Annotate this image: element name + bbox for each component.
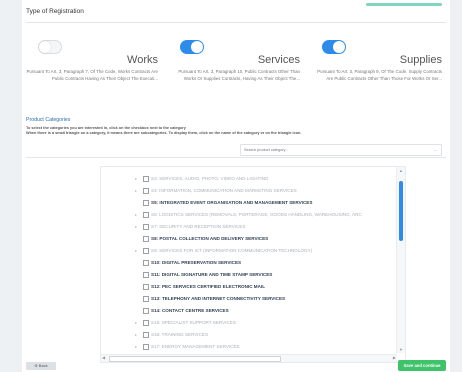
category-label[interactable]: S11: DIGITAL SIGNATURE AND TIME STAMP SE… bbox=[151, 272, 272, 277]
toggle-knob bbox=[333, 41, 345, 53]
expand-triangle-icon[interactable]: ▸ bbox=[135, 176, 137, 181]
category-row[interactable]: S10: DIGITAL PRESERVATION SERVICES bbox=[101, 257, 397, 269]
category-search: ⌄ bbox=[240, 144, 442, 156]
supplies-description: Pursuant To Art. 3, Paragraph 9, Of The … bbox=[317, 69, 442, 81]
expand-triangle-icon[interactable]: ▸ bbox=[135, 332, 137, 337]
back-label: Back bbox=[38, 363, 48, 368]
category-checkbox[interactable] bbox=[143, 224, 149, 230]
works-title: Works bbox=[127, 54, 158, 66]
category-row[interactable]: ▸ S6: LOGISTICS SERVICES (REMOVALS, PORTE… bbox=[101, 209, 397, 221]
category-search-input[interactable] bbox=[244, 146, 424, 154]
services-description: Pursuant To Art. 3, Paragraph 10, Public… bbox=[178, 69, 300, 81]
chevron-down-icon[interactable]: ⌄ bbox=[434, 147, 437, 152]
scrollbar-thumb[interactable] bbox=[399, 181, 403, 241]
expand-triangle-icon[interactable]: ▸ bbox=[135, 248, 137, 253]
registration-option-works: Works Pursuant To Art. 3, Paragraph 7, O… bbox=[26, 38, 162, 98]
category-row[interactable]: ▸ S16: TRAINING SERVICES bbox=[101, 329, 397, 341]
services-toggle[interactable] bbox=[180, 40, 204, 54]
expand-triangle-icon[interactable]: ▸ bbox=[135, 224, 137, 229]
tree-vertical-scrollbar[interactable]: ▲ ▼ bbox=[396, 167, 405, 353]
category-checkbox[interactable] bbox=[143, 332, 149, 338]
category-label[interactable]: S15: SPECIALIST SUPPORT SERVICES bbox=[151, 320, 236, 325]
expand-triangle-icon[interactable]: ▸ bbox=[135, 320, 137, 325]
category-row[interactable]: S13: TELEPHONY AND INTERNET CONNECTIVITY… bbox=[101, 293, 397, 305]
tree-horizontal-scrollbar[interactable]: ◀ ▶ bbox=[101, 354, 397, 362]
category-row[interactable]: S11: DIGITAL SIGNATURE AND TIME STAMP SE… bbox=[101, 269, 397, 281]
divider bbox=[26, 22, 446, 23]
save-and-continue-button[interactable]: Save and continue bbox=[398, 360, 446, 371]
category-checkbox[interactable] bbox=[143, 176, 149, 182]
category-checkbox[interactable] bbox=[143, 344, 149, 350]
scroll-down-icon[interactable]: ▼ bbox=[399, 347, 403, 352]
category-checkbox[interactable] bbox=[143, 296, 149, 302]
toggle-knob bbox=[191, 41, 203, 53]
category-label[interactable]: S6: LOGISTICS SERVICES (REMOVALS, PORTER… bbox=[151, 212, 362, 217]
category-checkbox[interactable] bbox=[143, 200, 149, 206]
expand-triangle-icon[interactable]: ▸ bbox=[135, 212, 137, 217]
product-categories-title: Product Categories bbox=[26, 117, 71, 123]
category-checkbox[interactable] bbox=[143, 212, 149, 218]
category-label[interactable]: S5: INTEGRATED EVENT ORGANISATION AND MA… bbox=[151, 200, 312, 205]
category-label[interactable]: S10: DIGITAL PRESERVATION SERVICES bbox=[151, 260, 241, 265]
supplies-title: Supplies bbox=[399, 54, 442, 66]
scrollbar-thumb[interactable] bbox=[109, 356, 281, 362]
category-label[interactable]: S7: SECURITY AND RECEPTION SERVICES bbox=[151, 224, 246, 229]
supplies-toggle[interactable] bbox=[322, 40, 346, 54]
category-checkbox[interactable] bbox=[143, 188, 149, 194]
category-checkbox[interactable] bbox=[143, 320, 149, 326]
category-label[interactable]: S16: TRAINING SERVICES bbox=[151, 332, 208, 337]
category-label[interactable]: S4: INFORMATION, COMMUNICATION AND MARKE… bbox=[151, 188, 297, 193]
registration-card: Type of Registration Works Pursuant To A… bbox=[22, 0, 450, 372]
category-label[interactable]: S13: TELEPHONY AND INTERNET CONNECTIVITY… bbox=[151, 296, 285, 301]
category-row[interactable]: S5: INTEGRATED EVENT ORGANISATION AND MA… bbox=[101, 197, 397, 209]
category-label[interactable]: S3: SERVICES, AUDIO, PHOTO, VIDEO AND LI… bbox=[151, 176, 269, 181]
category-label[interactable]: S14: CONTACT CENTRE SERVICES bbox=[151, 308, 229, 313]
category-row[interactable]: ▸ S4: INFORMATION, COMMUNICATION AND MARK… bbox=[101, 185, 397, 197]
toggle-knob bbox=[39, 41, 51, 53]
category-row[interactable]: S14: CONTACT CENTRE SERVICES bbox=[101, 305, 397, 317]
instructions-line-2: When there is a small triangle on a cate… bbox=[26, 131, 302, 136]
expand-triangle-icon[interactable]: ▸ bbox=[135, 188, 137, 193]
registration-option-supplies: Supplies Pursuant To Art. 3, Paragraph 9… bbox=[310, 38, 446, 98]
category-row[interactable]: ▸ S15: SPECIALIST SUPPORT SERVICES bbox=[101, 317, 397, 329]
scroll-up-icon[interactable]: ▲ bbox=[399, 168, 403, 173]
category-checkbox[interactable] bbox=[143, 284, 149, 290]
works-toggle[interactable] bbox=[38, 40, 62, 54]
product-categories-instructions: To select the categories you are interes… bbox=[26, 126, 446, 137]
back-button[interactable]: ⊛ Back bbox=[26, 362, 56, 370]
category-label[interactable]: S8: POSTAL COLLECTION AND DELIVERY SERVI… bbox=[151, 236, 268, 241]
category-row[interactable]: ▸ S3: SERVICES, AUDIO, PHOTO, VIDEO AND L… bbox=[101, 173, 397, 185]
category-row[interactable]: ▸ S7: SECURITY AND RECEPTION SERVICES bbox=[101, 221, 397, 233]
expand-triangle-icon[interactable]: ▸ bbox=[135, 344, 137, 349]
scroll-left-icon[interactable]: ◀ bbox=[102, 355, 105, 360]
works-description: Pursuant To Art. 3, Paragraph 7, Of The … bbox=[26, 69, 158, 81]
services-title: Services bbox=[257, 54, 300, 66]
category-tree: ▸ S3: SERVICES, AUDIO, PHOTO, VIDEO AND L… bbox=[100, 166, 406, 363]
scroll-right-icon[interactable]: ▶ bbox=[393, 355, 396, 360]
category-row[interactable]: S8: POSTAL COLLECTION AND DELIVERY SERVI… bbox=[101, 233, 397, 245]
category-label[interactable]: S17: ENERGY MANAGEMENT SERVICES bbox=[151, 344, 240, 349]
divider bbox=[26, 157, 446, 158]
top-accent-bar bbox=[366, 3, 442, 6]
category-checkbox[interactable] bbox=[143, 260, 149, 266]
category-label[interactable]: S9: SERVICES FOR ICT (INFORMATION COMMUN… bbox=[151, 248, 312, 253]
category-row[interactable]: S12: PEC SERVICES CERTIFIED ELECTRONIC M… bbox=[101, 281, 397, 293]
registration-section-title: Type of Registration bbox=[26, 8, 84, 15]
registration-option-services: Services Pursuant To Art. 3, Paragraph 1… bbox=[168, 38, 304, 98]
category-row[interactable]: ▸ S9: SERVICES FOR ICT (INFORMATION COMMU… bbox=[101, 245, 397, 257]
category-row[interactable]: ▸ S17: ENERGY MANAGEMENT SERVICES bbox=[101, 341, 397, 353]
category-checkbox[interactable] bbox=[143, 308, 149, 314]
category-checkbox[interactable] bbox=[143, 236, 149, 242]
category-checkbox[interactable] bbox=[143, 272, 149, 278]
category-checkbox[interactable] bbox=[143, 248, 149, 254]
category-label[interactable]: S12: PEC SERVICES CERTIFIED ELECTRONIC M… bbox=[151, 284, 265, 289]
